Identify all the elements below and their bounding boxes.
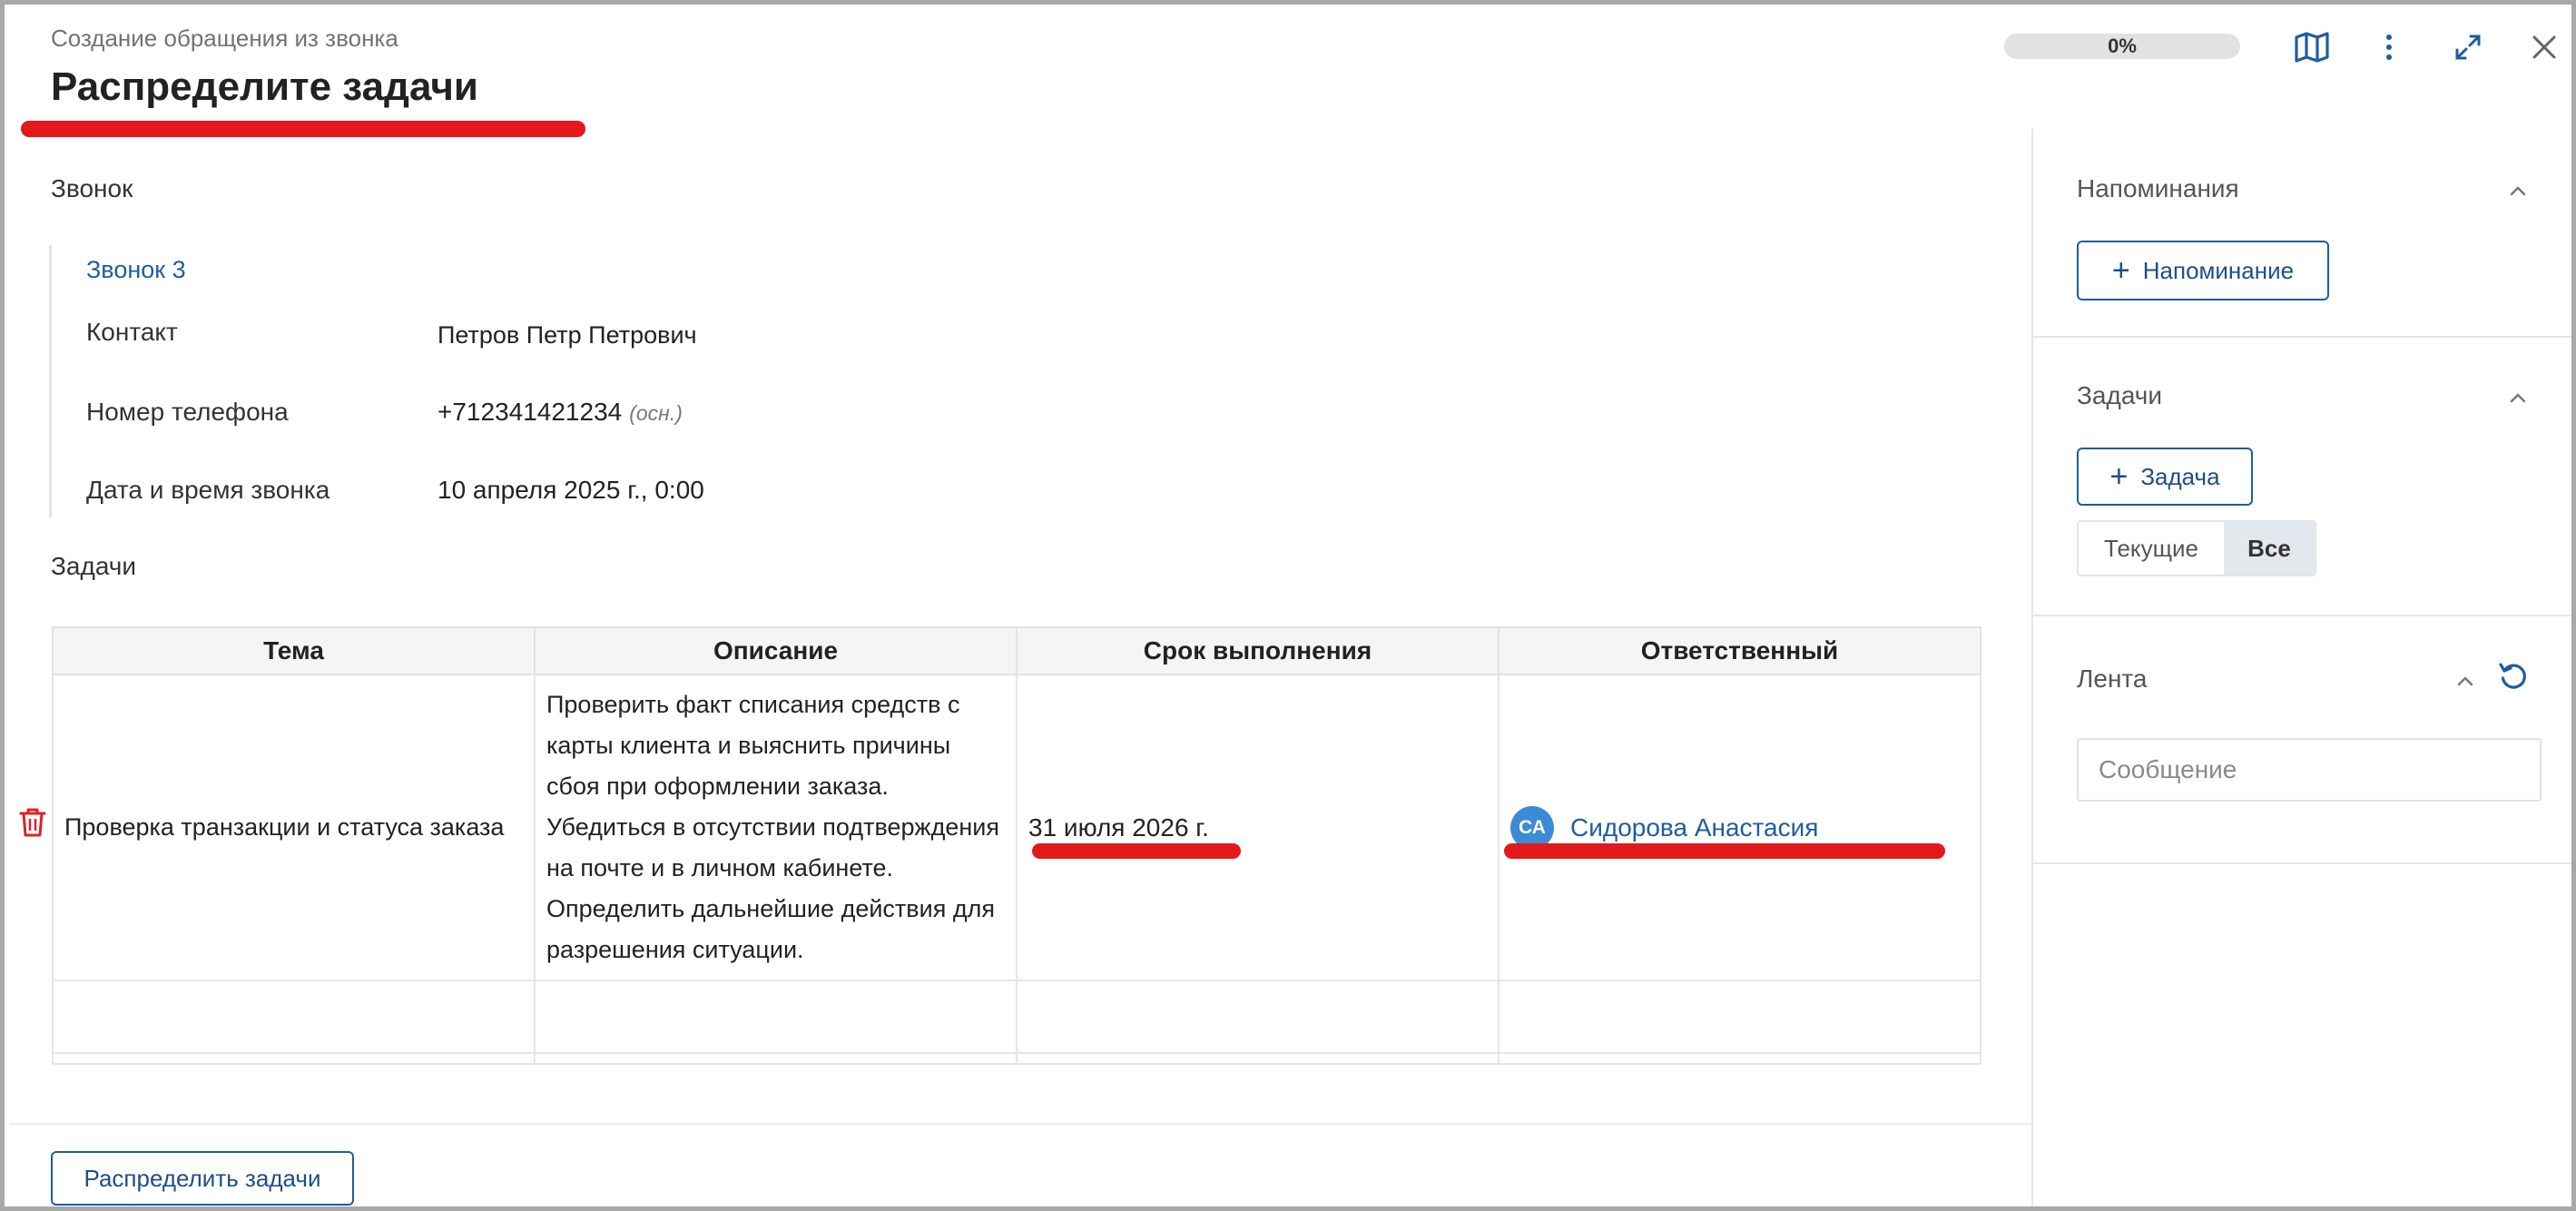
table-header-row: Тема Описание Срок выполнения Ответствен…	[52, 626, 1981, 675]
empty-cell	[1498, 1052, 1981, 1065]
table-row-empty	[52, 980, 1981, 1054]
contact-link[interactable]: Петров Петр Петрович	[438, 321, 697, 350]
delete-row-button[interactable]	[19, 807, 46, 842]
contact-label: Контакт	[86, 318, 178, 346]
phone-link[interactable]: +712341421234	[438, 398, 622, 426]
column-header-description: Описание	[534, 626, 1018, 675]
chevron-up-icon	[2510, 186, 2526, 196]
title-highlight-line	[21, 121, 585, 137]
table-row-empty	[52, 1052, 1981, 1065]
table-row: Проверка транзакции и статуса заказа Про…	[52, 674, 1981, 981]
call-section-label: Звонок	[51, 174, 133, 202]
empty-cell	[1016, 1052, 1499, 1065]
task-due-cell[interactable]: 31 июля 2026 г.	[1016, 674, 1499, 981]
column-header-assignee: Ответственный	[1498, 626, 1981, 675]
column-header-subject: Тема	[52, 626, 536, 675]
call-link[interactable]: Звонок 3	[86, 256, 186, 284]
task-subject: Проверка транзакции и статуса заказа	[64, 813, 505, 841]
empty-cell[interactable]	[1498, 980, 1981, 1054]
assignee-link[interactable]: Сидорова Анастасия	[1570, 812, 1819, 845]
reminders-title: Напоминания	[2077, 174, 2239, 202]
expand-button[interactable]	[2448, 27, 2488, 67]
message-input[interactable]	[2077, 738, 2542, 802]
feed-title: Лента	[2077, 665, 2148, 693]
trash-icon	[19, 808, 46, 837]
empty-cell[interactable]	[534, 980, 1018, 1054]
call-details-border	[49, 245, 52, 517]
phone-type-hint: (осн.)	[629, 401, 683, 425]
tasks-section-label: Задачи	[51, 552, 137, 580]
chevron-up-icon	[2510, 393, 2526, 403]
filter-all-tab[interactable]: Все	[2224, 522, 2315, 575]
more-vertical-icon	[2386, 34, 2392, 60]
add-reminder-button[interactable]: + Напоминание	[2077, 241, 2329, 300]
reminders-collapse-button[interactable]	[2509, 175, 2527, 203]
page-title: Распределите задачи	[51, 64, 478, 109]
call-datetime-value: 10 апреля 2025 г., 0:00	[438, 476, 704, 504]
call-datetime-label: Дата и время звонка	[86, 476, 330, 504]
right-panel-divider	[2033, 862, 2571, 864]
task-filter-toggle: Текущие Все	[2077, 520, 2316, 576]
close-icon	[2532, 35, 2556, 59]
plus-icon: +	[2109, 459, 2129, 494]
task-assignee-cell[interactable]: СА Сидорова Анастасия	[1498, 674, 1981, 981]
close-button[interactable]	[2524, 27, 2564, 67]
due-highlight-line	[1032, 843, 1241, 859]
chevron-up-icon	[2457, 676, 2473, 686]
feed-collapse-button[interactable]	[2456, 665, 2474, 694]
map-button[interactable]	[2292, 27, 2332, 67]
task-due: 31 июля 2026 г.	[1028, 812, 1209, 842]
right-panel-border	[2031, 129, 2033, 1206]
column-header-due: Срок выполнения	[1016, 626, 1499, 675]
expand-icon	[2455, 34, 2481, 60]
right-tasks-title: Задачи	[2077, 381, 2163, 409]
assignee-highlight-line	[1504, 843, 1945, 859]
right-panel-divider	[2033, 336, 2571, 338]
phone-label: Номер телефона	[86, 398, 289, 426]
filter-current-tab[interactable]: Текущие	[2079, 522, 2224, 575]
breadcrumb: Создание обращения из звонка	[51, 25, 398, 52]
add-task-button[interactable]: + Задача	[2077, 448, 2253, 506]
refresh-icon	[2499, 663, 2526, 689]
empty-cell	[534, 1052, 1018, 1065]
right-panel-divider	[2033, 615, 2571, 616]
task-description: Проверить факт списания средств с карты …	[546, 691, 999, 963]
progress-label: 0%	[2108, 34, 2137, 57]
empty-cell	[52, 1052, 536, 1065]
more-button[interactable]	[2369, 27, 2409, 67]
footer-divider	[9, 1123, 2031, 1125]
phone-value-group: +712341421234 (осн.)	[438, 398, 683, 427]
task-description-cell[interactable]: Проверить факт списания средств с карты …	[534, 674, 1018, 981]
empty-cell[interactable]	[1016, 980, 1499, 1054]
dialog-window: Создание обращения из звонка Распределит…	[0, 0, 2576, 1211]
tasks-collapse-button[interactable]	[2509, 382, 2527, 410]
distribute-tasks-button[interactable]: Распределить задачи	[51, 1151, 354, 1206]
progress-bar: 0%	[2004, 34, 2240, 59]
feed-refresh-button[interactable]	[2497, 660, 2530, 697]
map-icon	[2295, 32, 2329, 63]
add-task-label: Задача	[2140, 462, 2220, 490]
plus-icon: +	[2111, 253, 2130, 288]
add-reminder-label: Напоминание	[2142, 256, 2295, 284]
empty-cell[interactable]	[52, 980, 536, 1054]
task-subject-cell[interactable]: Проверка транзакции и статуса заказа	[52, 674, 536, 981]
